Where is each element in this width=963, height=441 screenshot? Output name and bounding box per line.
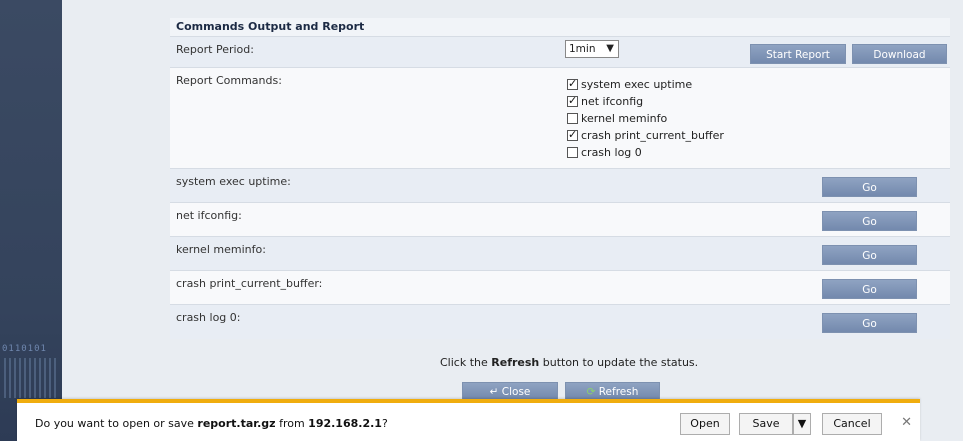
checkbox-unchecked-icon[interactable] (567, 113, 578, 124)
command-row-system-exec-uptime: system exec uptime: Go (170, 168, 950, 202)
binary-decoration: 0110101 (2, 344, 47, 354)
report-commands-label: Report Commands: (176, 74, 282, 87)
command-label: crash log 0: (176, 311, 241, 324)
checkbox-kernel-meminfo[interactable]: kernel meminfo (567, 110, 724, 127)
refresh-icon: ⟳ (586, 386, 599, 398)
download-prompt-suffix: ? (381, 417, 388, 430)
checkbox-unchecked-icon[interactable] (567, 147, 578, 158)
checkbox-checked-icon[interactable] (567, 128, 578, 141)
status-message: Click the Refresh button to update the s… (440, 356, 698, 369)
checkbox-label: crash print_current_buffer (581, 129, 724, 142)
download-prompt: Do you want to open or save report.tar.g… (35, 417, 388, 430)
start-report-button[interactable]: Start Report (750, 44, 846, 64)
left-decoration: 0110101 (0, 0, 62, 441)
command-label: crash print_current_buffer: (176, 277, 323, 290)
download-host: 192.168.2.1 (308, 417, 382, 430)
checkbox-label: system exec uptime (581, 78, 693, 91)
chevron-down-icon: ▼ (606, 43, 614, 54)
status-bold: Refresh (491, 356, 540, 369)
open-button[interactable]: Open (680, 413, 730, 435)
command-row-crash-log-0: crash log 0: Go (170, 304, 950, 339)
status-suffix: button to update the status. (539, 356, 699, 369)
report-period-row: Report Period: 1min ▼ Start Report Downl… (170, 36, 950, 67)
commands-table: Commands Output and Report Report Period… (170, 18, 950, 339)
command-row-kernel-meminfo: kernel meminfo: Go (170, 236, 950, 270)
go-button[interactable]: Go (822, 211, 917, 231)
report-commands-row: Report Commands: system exec uptime net … (170, 67, 950, 168)
go-button[interactable]: Go (822, 313, 917, 333)
report-period-select[interactable]: 1min ▼ (565, 40, 619, 58)
refresh-label: Refresh (598, 386, 639, 398)
save-options-dropdown[interactable]: ▼ (793, 413, 811, 435)
command-label: kernel meminfo: (176, 243, 266, 256)
waveform-decoration (4, 358, 58, 398)
checkbox-system-exec-uptime[interactable]: system exec uptime (567, 76, 724, 93)
checkbox-crash-print-current-buffer[interactable]: crash print_current_buffer (567, 127, 724, 144)
go-button[interactable]: Go (822, 279, 917, 299)
checkbox-checked-icon[interactable] (567, 94, 578, 107)
chevron-down-icon: ▼ (797, 417, 807, 430)
report-period-label: Report Period: (176, 43, 254, 56)
go-button[interactable]: Go (822, 245, 917, 265)
checkbox-label: crash log 0 (581, 146, 642, 159)
command-label: system exec uptime: (176, 175, 291, 188)
status-prefix: Click the (440, 356, 492, 369)
section-title: Commands Output and Report (170, 18, 950, 36)
command-row-net-ifconfig: net ifconfig: Go (170, 202, 950, 236)
save-button[interactable]: Save (739, 413, 793, 435)
checkbox-label: net ifconfig (581, 95, 644, 108)
close-button[interactable]: ↵ Close (462, 382, 558, 400)
close-icon[interactable]: ✕ (901, 415, 912, 430)
return-arrow-icon: ↵ (489, 386, 502, 398)
download-filename: report.tar.gz (197, 417, 276, 430)
go-button[interactable]: Go (822, 177, 917, 197)
checkbox-checked-icon[interactable] (567, 77, 578, 90)
download-notification-bar: Do you want to open or save report.tar.g… (17, 399, 920, 441)
checkbox-crash-log-0[interactable]: crash log 0 (567, 144, 724, 161)
download-button[interactable]: Download (852, 44, 947, 64)
download-prompt-middle: from (275, 417, 309, 430)
report-commands-checkboxes: system exec uptime net ifconfig kernel m… (567, 76, 724, 161)
refresh-button[interactable]: ⟳ Refresh (565, 382, 660, 400)
cancel-button[interactable]: Cancel (822, 413, 882, 435)
download-prompt-prefix: Do you want to open or save (35, 417, 198, 430)
checkbox-net-ifconfig[interactable]: net ifconfig (567, 93, 724, 110)
close-label: Close (501, 386, 531, 398)
checkbox-label: kernel meminfo (581, 112, 668, 125)
report-period-value: 1min (569, 43, 596, 55)
command-label: net ifconfig: (176, 209, 242, 222)
command-row-crash-print-current-buffer: crash print_current_buffer: Go (170, 270, 950, 304)
